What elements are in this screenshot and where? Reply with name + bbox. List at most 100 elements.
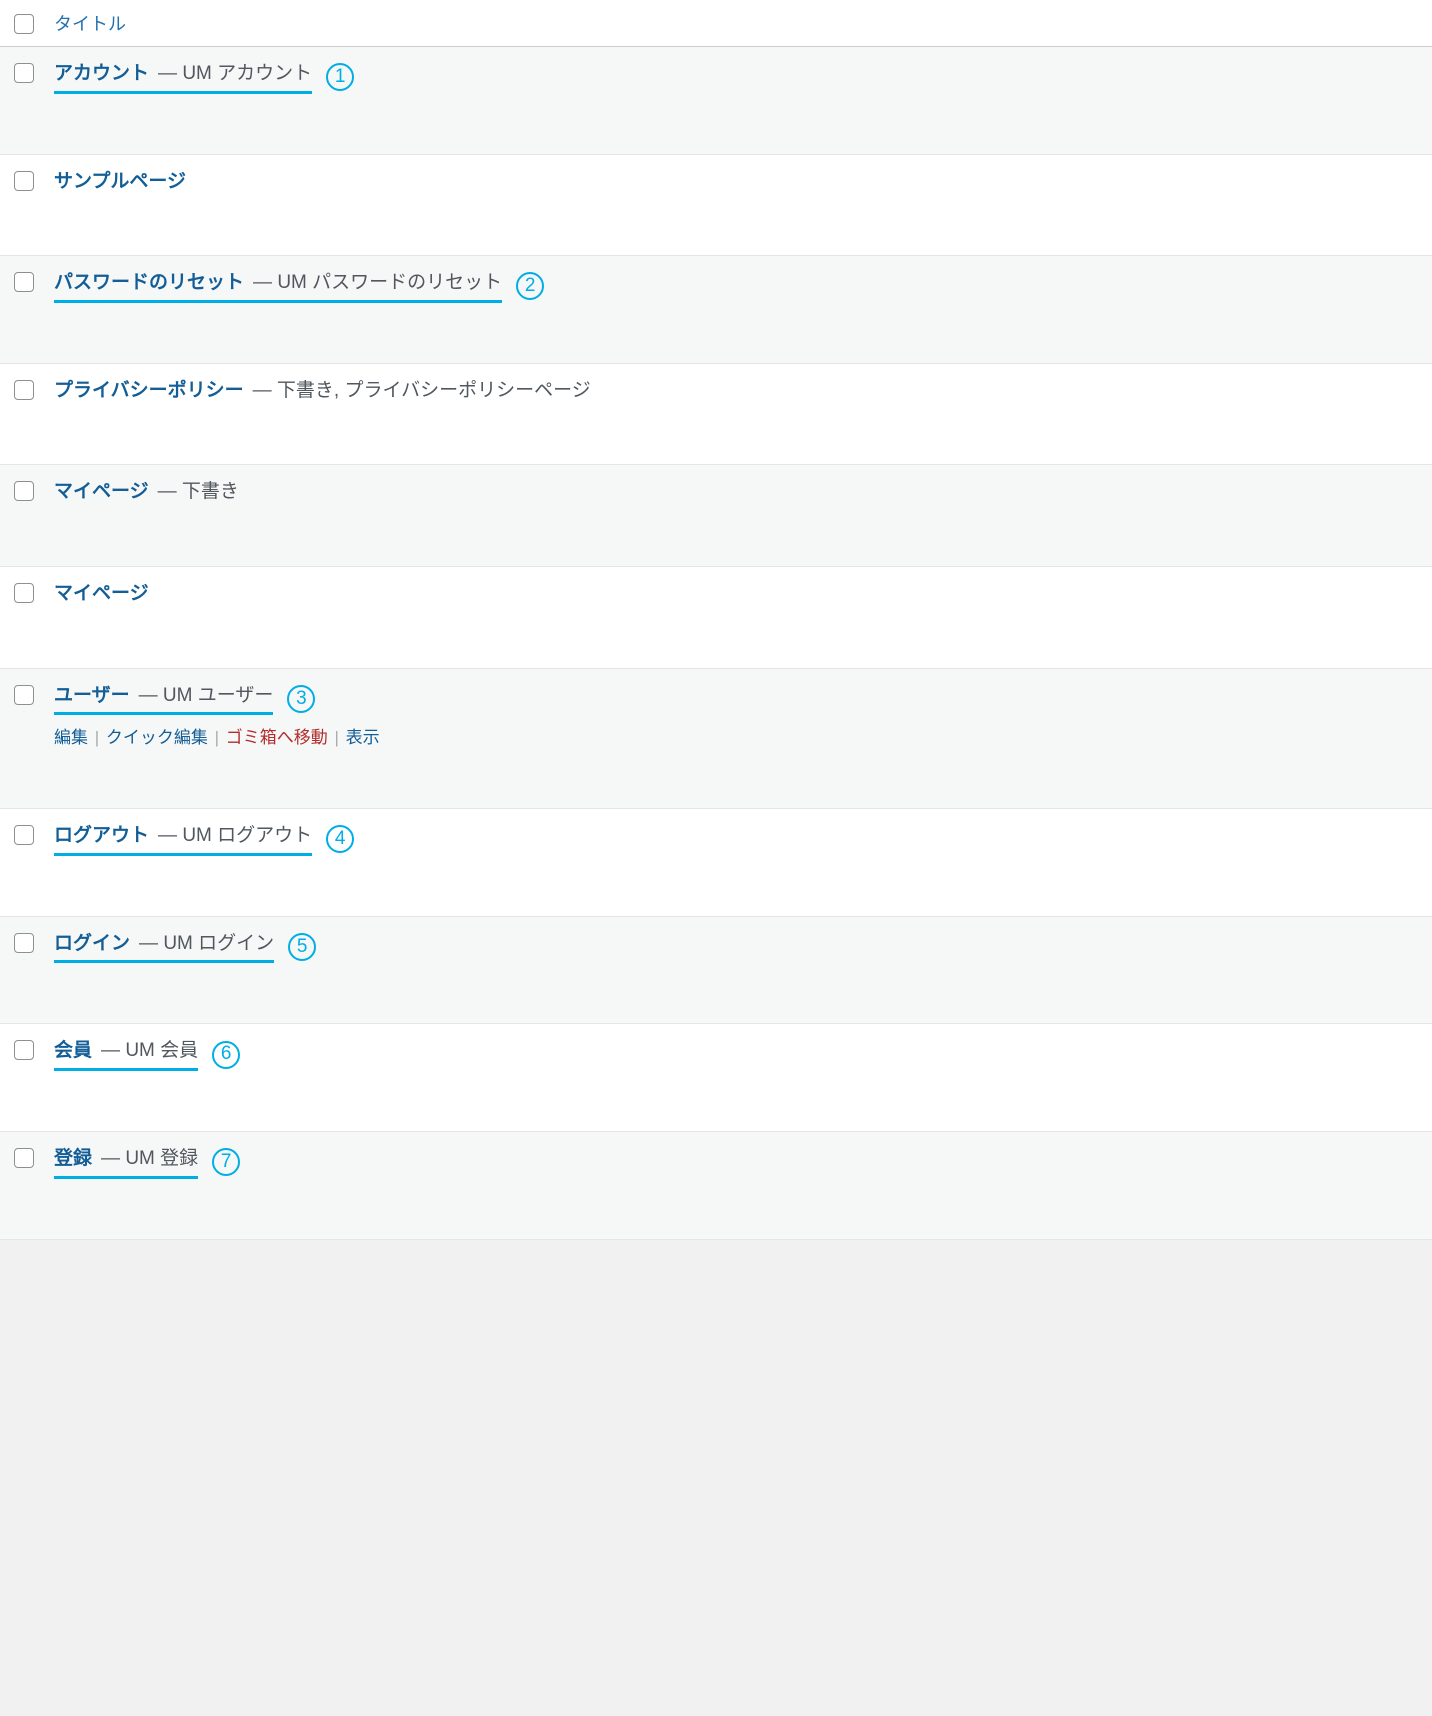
select-row-checkbox[interactable] [14, 63, 34, 83]
title-line: 会員 — UM 会員 6 [54, 1038, 240, 1071]
suffix-dash: — [158, 63, 182, 84]
column-title-header[interactable]: タイトル [54, 10, 126, 36]
suffix-dash: — [139, 933, 163, 954]
table-row: マイページ — 下書き 編集 | クイック編集 | ゴミ箱へ移動 | 表示 [0, 465, 1432, 567]
suffix-text: UM ログイン [163, 933, 274, 954]
table-row: アカウント — UM アカウント 1 編集 | クイック編集 | ゴミ箱へ移動 … [0, 47, 1432, 155]
table-row: 会員 — UM 会員 6 編集 | クイック編集 | ゴミ箱へ移動 | 表示 [0, 1024, 1432, 1132]
page-title-link[interactable]: パスワードのリセット [54, 272, 244, 293]
annotation-badge: 3 [287, 685, 315, 713]
select-row-checkbox[interactable] [14, 583, 34, 603]
underline-wrap: ユーザー — UM ユーザー [54, 683, 273, 716]
title-line: パスワードのリセット — UM パスワードのリセット 2 [54, 270, 544, 303]
title-cell: マイページ — 下書き 編集 | クイック編集 | ゴミ箱へ移動 | 表示 [54, 479, 239, 506]
title-cell: マイページ 編集 | クイック編集 | ゴミ箱へ移動 | 表示 [54, 581, 149, 608]
table-row: 登録 — UM 登録 7 編集 | クイック編集 | ゴミ箱へ移動 | 表示 [0, 1132, 1432, 1240]
page-title-suffix: — UM 会員 [101, 1040, 198, 1061]
underline-wrap: パスワードのリセット — UM パスワードのリセット [54, 270, 502, 303]
page-title-link[interactable]: マイページ [54, 481, 149, 502]
select-row-checkbox[interactable] [14, 1040, 34, 1060]
annotation-badge: 5 [288, 933, 316, 961]
page-title-suffix: — UM 登録 [101, 1148, 198, 1169]
select-row-checkbox[interactable] [14, 1148, 34, 1168]
suffix-dash: — [139, 685, 163, 706]
title-line: ログイン — UM ログイン 5 [54, 931, 316, 964]
suffix-text: UM ユーザー [163, 685, 273, 706]
underline-wrap: プライバシーポリシー — 下書き, プライバシーポリシーページ [54, 378, 591, 405]
suffix-text: 下書き, プライバシーポリシーページ [277, 380, 591, 401]
title-cell: ログイン — UM ログイン 5 編集 | クイック編集 | ゴミ箱へ移動 | … [54, 931, 316, 964]
suffix-dash: — [101, 1040, 125, 1061]
edit-link[interactable]: 編集 [54, 728, 88, 747]
suffix-text: UM ログアウト [182, 825, 312, 846]
annotation-underline [54, 853, 312, 856]
underline-wrap: アカウント — UM アカウント [54, 61, 312, 94]
title-cell: ユーザー — UM ユーザー 3 編集 | クイック編集 | ゴミ箱へ移動 | … [54, 683, 380, 749]
table-row: ユーザー — UM ユーザー 3 編集 | クイック編集 | ゴミ箱へ移動 | … [0, 669, 1432, 810]
title-line: マイページ [54, 581, 149, 608]
page-title-link[interactable]: ログイン [54, 933, 130, 954]
underline-wrap: ログイン — UM ログイン [54, 931, 274, 964]
suffix-dash: — [253, 380, 277, 401]
title-cell: プライバシーポリシー — 下書き, プライバシーポリシーページ 編集 | クイッ… [54, 378, 591, 405]
trash-link[interactable]: ゴミ箱へ移動 [226, 728, 328, 747]
title-line: ユーザー — UM ユーザー 3 [54, 683, 380, 716]
select-row-checkbox[interactable] [14, 272, 34, 292]
page-title-suffix: — UM パスワードのリセット [253, 272, 502, 293]
annotation-badge: 6 [212, 1041, 240, 1069]
underline-wrap: ログアウト — UM ログアウト [54, 823, 312, 856]
page-title-suffix: — UM アカウント [158, 63, 312, 84]
title-cell: ログアウト — UM ログアウト 4 編集 | クイック編集 | ゴミ箱へ移動 … [54, 823, 354, 856]
annotation-underline [54, 960, 274, 963]
page-title-suffix: — 下書き, プライバシーポリシーページ [253, 380, 591, 401]
table-row: サンプルページ 編集 | クイック編集 | ゴミ箱へ移動 | 表示 [0, 155, 1432, 257]
page-title-link[interactable]: ユーザー [54, 685, 130, 706]
suffix-text: UM アカウント [182, 63, 312, 84]
page-title-suffix: — 下書き [158, 481, 239, 502]
page-title-link[interactable]: アカウント [54, 63, 149, 84]
title-cell: アカウント — UM アカウント 1 編集 | クイック編集 | ゴミ箱へ移動 … [54, 61, 354, 94]
title-cell: 登録 — UM 登録 7 編集 | クイック編集 | ゴミ箱へ移動 | 表示 [54, 1146, 240, 1179]
page-title-link[interactable]: マイページ [54, 583, 149, 604]
underline-wrap: マイページ [54, 581, 149, 608]
select-row-checkbox[interactable] [14, 171, 34, 191]
suffix-dash: — [101, 1148, 125, 1169]
page-title-link[interactable]: ログアウト [54, 825, 149, 846]
select-row-checkbox[interactable] [14, 933, 34, 953]
annotation-badge: 7 [212, 1148, 240, 1176]
title-line: 登録 — UM 登録 7 [54, 1146, 240, 1179]
table-row: プライバシーポリシー — 下書き, プライバシーポリシーページ 編集 | クイッ… [0, 364, 1432, 466]
select-row-checkbox[interactable] [14, 685, 34, 705]
page-title-link[interactable]: サンプルページ [54, 171, 186, 192]
annotation-underline [54, 300, 502, 303]
select-row-checkbox[interactable] [14, 825, 34, 845]
quick-edit-link[interactable]: クイック編集 [106, 728, 208, 747]
underline-wrap: 登録 — UM 登録 [54, 1146, 198, 1179]
page-title-suffix: — UM ログアウト [158, 825, 312, 846]
annotation-badge: 2 [516, 272, 544, 300]
pages-table: タイトル アカウント — UM アカウント 1 [0, 0, 1432, 1240]
title-line: アカウント — UM アカウント 1 [54, 61, 354, 94]
select-row-checkbox[interactable] [14, 380, 34, 400]
table-row: マイページ 編集 | クイック編集 | ゴミ箱へ移動 | 表示 [0, 567, 1432, 669]
select-all-checkbox[interactable] [14, 14, 34, 34]
suffix-dash: — [158, 481, 182, 502]
title-line: マイページ — 下書き [54, 479, 239, 506]
title-line: ログアウト — UM ログアウト 4 [54, 823, 354, 856]
page-title-link[interactable]: 会員 [54, 1040, 92, 1061]
underline-wrap: サンプルページ [54, 169, 186, 196]
suffix-text: UM パスワードのリセット [277, 272, 502, 293]
suffix-text: UM 会員 [125, 1040, 198, 1061]
row-actions: 編集 | クイック編集 | ゴミ箱へ移動 | 表示 [54, 723, 380, 748]
select-row-checkbox[interactable] [14, 481, 34, 501]
suffix-text: 下書き [182, 481, 239, 502]
page-title-link[interactable]: 登録 [54, 1148, 92, 1169]
title-cell: サンプルページ 編集 | クイック編集 | ゴミ箱へ移動 | 表示 [54, 169, 186, 196]
view-link[interactable]: 表示 [346, 728, 380, 747]
suffix-text: UM 登録 [125, 1148, 198, 1169]
suffix-dash: — [158, 825, 182, 846]
annotation-badge: 1 [326, 63, 354, 91]
annotation-badge: 4 [326, 825, 354, 853]
title-cell: パスワードのリセット — UM パスワードのリセット 2 編集 | クイック編集… [54, 270, 544, 303]
page-title-link[interactable]: プライバシーポリシー [54, 380, 244, 401]
